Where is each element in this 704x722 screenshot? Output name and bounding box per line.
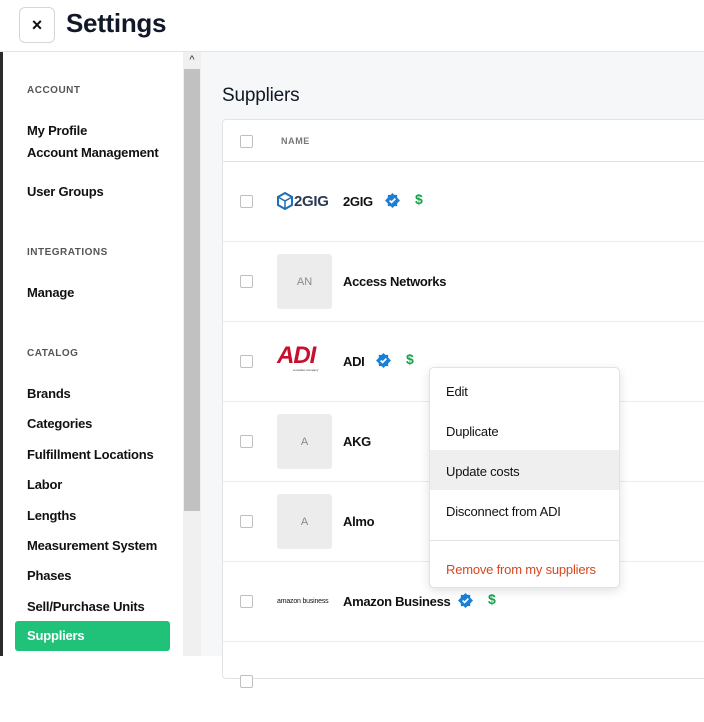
- verified-badge-icon: [385, 193, 400, 208]
- supplier-name: Access Networks: [343, 274, 447, 289]
- logo-text: 2GIG: [294, 192, 329, 210]
- select-all-checkbox[interactable]: [240, 135, 253, 148]
- sidebar-item-user-groups[interactable]: User Groups: [27, 184, 177, 199]
- sidebar-item-manage[interactable]: Manage: [27, 285, 177, 300]
- sidebar-item-suppliers[interactable]: Suppliers: [15, 621, 170, 651]
- supplier-logo-placeholder: A: [277, 414, 332, 469]
- supplier-logo-placeholder: AN: [277, 254, 332, 309]
- supplier-name: ADI: [343, 354, 365, 369]
- supplier-logo: ADI a resideo company: [277, 344, 337, 374]
- scroll-up-icon[interactable]: ^: [183, 52, 201, 68]
- logo-subtext: a resideo company: [293, 368, 319, 372]
- page-title: Settings: [66, 8, 167, 38]
- supplier-logo: amazon business: [277, 597, 329, 605]
- sidebar-item-categories[interactable]: Categories: [27, 416, 177, 431]
- row-checkbox[interactable]: [240, 595, 253, 608]
- row-checkbox[interactable]: [240, 435, 253, 448]
- menu-item-update-costs[interactable]: Update costs: [430, 450, 619, 490]
- column-header-name: NAME: [281, 136, 310, 146]
- table-header: NAME: [223, 120, 704, 162]
- menu-item-duplicate[interactable]: Duplicate: [430, 410, 619, 450]
- verified-badge-icon: [376, 353, 391, 368]
- supplier-context-menu: Edit Duplicate Update costs Disconnect f…: [429, 367, 620, 588]
- price-icon: $: [406, 351, 414, 367]
- row-checkbox[interactable]: [240, 275, 253, 288]
- table-row[interactable]: AN Access Networks: [223, 242, 704, 322]
- menu-item-remove-supplier[interactable]: Remove from my suppliers: [430, 548, 619, 588]
- row-checkbox[interactable]: [240, 515, 253, 528]
- table-row[interactable]: [223, 642, 704, 722]
- supplier-name: AKG: [343, 434, 371, 449]
- close-button[interactable]: ×: [19, 7, 55, 43]
- 2gig-cube-icon: [277, 192, 293, 210]
- row-checkbox[interactable]: [240, 195, 253, 208]
- menu-item-disconnect[interactable]: Disconnect from ADI: [430, 490, 619, 530]
- table-row[interactable]: 2GIG 2GIG $: [223, 162, 704, 242]
- sidebar-section-integrations: INTEGRATIONS: [27, 247, 108, 258]
- sidebar: ACCOUNT My Profile Account Management Us…: [3, 52, 183, 656]
- price-icon: $: [415, 191, 423, 207]
- close-icon: ×: [31, 14, 43, 35]
- sidebar-section-catalog: CATALOG: [27, 348, 79, 359]
- menu-item-edit[interactable]: Edit: [430, 370, 619, 410]
- supplier-name: Amazon Business: [343, 594, 451, 609]
- sidebar-section-account: ACCOUNT: [27, 85, 81, 96]
- supplier-logo-placeholder: A: [277, 494, 332, 549]
- sidebar-item-my-profile[interactable]: My Profile: [27, 123, 177, 138]
- sidebar-item-brands[interactable]: Brands: [27, 386, 177, 401]
- scrollbar-thumb[interactable]: [184, 69, 200, 511]
- sidebar-item-labor[interactable]: Labor: [27, 477, 177, 492]
- verified-badge-icon: [458, 593, 473, 608]
- supplier-logo: 2GIG: [277, 186, 337, 216]
- sidebar-item-phases[interactable]: Phases: [27, 568, 177, 583]
- supplier-name: Almo: [343, 514, 375, 529]
- logo-text: ADI: [277, 342, 316, 369]
- row-checkbox[interactable]: [240, 355, 253, 368]
- menu-divider: [430, 540, 619, 541]
- supplier-name: 2GIG: [343, 194, 373, 209]
- settings-header: × Settings: [0, 0, 704, 52]
- sidebar-item-measurement-system[interactable]: Measurement System: [27, 538, 177, 553]
- sidebar-item-account-management[interactable]: Account Management: [27, 145, 177, 160]
- sidebar-item-sell-purchase-units[interactable]: Sell/Purchase Units: [27, 599, 177, 614]
- sidebar-item-lengths[interactable]: Lengths: [27, 508, 177, 523]
- price-icon: $: [488, 591, 496, 607]
- sidebar-scrollbar[interactable]: ^: [183, 52, 201, 656]
- sidebar-item-fulfillment-locations[interactable]: Fulfillment Locations: [27, 447, 177, 462]
- section-title: Suppliers: [222, 85, 300, 106]
- row-checkbox[interactable]: [240, 675, 253, 688]
